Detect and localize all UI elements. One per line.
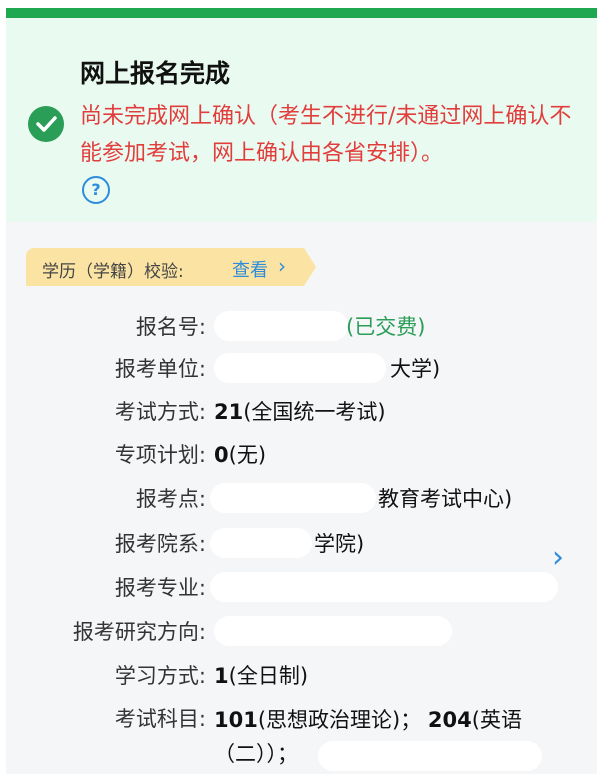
row-major: 报考专业: xyxy=(6,572,597,606)
top-accent-bar xyxy=(6,8,597,18)
education-verify-tag: 学历（学籍）校验: 查看 › xyxy=(26,248,316,286)
dept-value: 学院) xyxy=(314,532,365,556)
row-direction: 报考研究方向: xyxy=(6,616,597,650)
status-warning: 尚未完成网上确认（考生不进行/未通过网上确认不能参加考试，网上确认由各省安排）。 xyxy=(80,104,572,166)
redacted-major xyxy=(210,572,558,602)
redacted-direction xyxy=(214,616,452,646)
chevron-right-icon[interactable]: › xyxy=(552,540,564,575)
subjects-label: 考试科目: xyxy=(114,707,206,731)
row-reg-no: 报名号: (已交费) xyxy=(6,311,597,345)
row-exam-site: 报考点: 教育考试中心) xyxy=(6,483,597,517)
verify-label: 学历（学籍）校验: xyxy=(42,262,184,282)
status-banner: 网上报名完成 尚未完成网上确认（考生不进行/未通过网上确认不能参加考试，网上确认… xyxy=(6,18,597,222)
status-title: 网上报名完成 xyxy=(80,59,231,88)
redacted-dept xyxy=(210,528,312,558)
exam-site-value: 教育考试中心) xyxy=(378,487,513,511)
row-study-mode: 学习方式: 1(全日制) xyxy=(6,660,597,694)
question-circle-icon[interactable]: ? xyxy=(82,176,110,204)
verify-view-link[interactable]: 查看 xyxy=(232,256,268,282)
chevron-right-icon[interactable]: › xyxy=(278,254,286,278)
direction-label: 报考研究方向: xyxy=(72,620,206,644)
unit-value: 大学) xyxy=(390,357,441,381)
paid-status: (已交费) xyxy=(346,315,426,339)
redacted-subjects xyxy=(318,741,542,771)
exam-site-label: 报考点: xyxy=(135,487,206,511)
special-plan-value: 0(无) xyxy=(214,443,267,467)
row-dept[interactable]: 报考院系: 学院) xyxy=(6,528,597,562)
redacted-unit xyxy=(214,353,386,383)
unit-label: 报考单位: xyxy=(114,357,206,381)
dept-label: 报考院系: xyxy=(114,532,206,556)
check-circle-icon xyxy=(28,106,64,142)
exam-mode-label: 考试方式: xyxy=(114,400,206,424)
registration-card: 网上报名完成 尚未完成网上确认（考生不进行/未通过网上确认不能参加考试，网上确认… xyxy=(6,8,597,774)
row-special-plan: 专项计划: 0(无) xyxy=(6,439,597,473)
redacted-reg-no xyxy=(214,311,348,341)
row-subjects: 考试科目: 101(思想政治理论)； 204(英语（二））； xyxy=(6,703,597,773)
exam-mode-value: 21(全国统一考试) xyxy=(214,400,386,424)
special-plan-label: 专项计划: xyxy=(114,443,206,467)
major-label: 报考专业: xyxy=(114,576,206,600)
row-exam-mode: 考试方式: 21(全国统一考试) xyxy=(6,396,597,430)
redacted-exam-site xyxy=(210,483,376,513)
study-mode-label: 学习方式: xyxy=(114,664,206,688)
reg-no-label: 报名号: xyxy=(135,315,206,339)
study-mode-value: 1(全日制) xyxy=(214,664,309,688)
row-unit: 报考单位: 大学) xyxy=(6,353,597,387)
